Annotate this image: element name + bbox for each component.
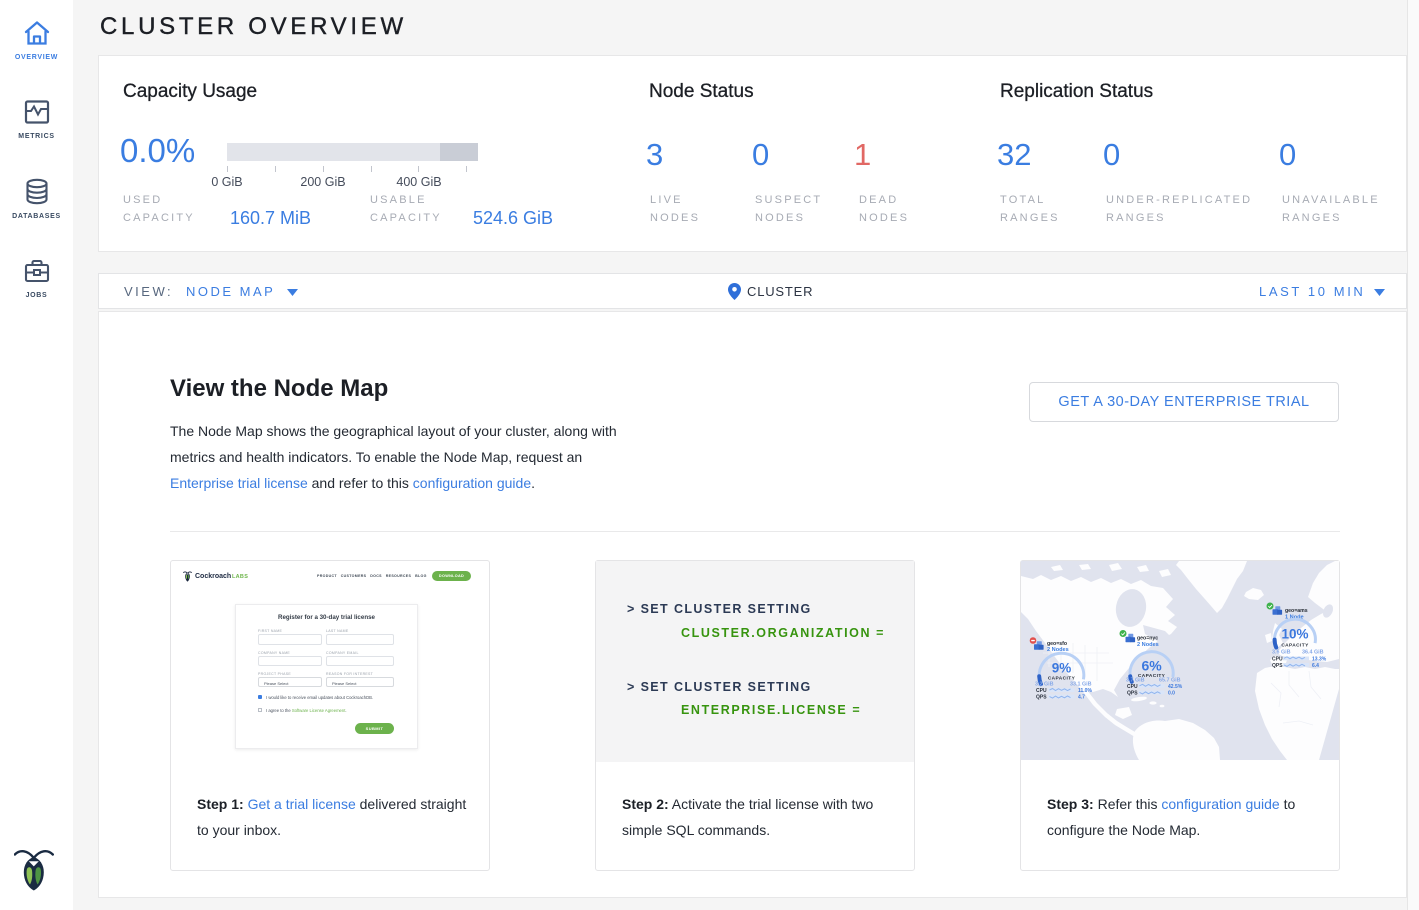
svg-text:QPS: QPS	[1272, 663, 1283, 669]
svg-text:QPS: QPS	[1036, 695, 1047, 701]
svg-text:6.4: 6.4	[1312, 663, 1319, 669]
svg-text:10%: 10%	[1281, 627, 1308, 642]
svg-text:CPU: CPU	[1272, 656, 1283, 662]
svg-text:CPU: CPU	[1036, 688, 1047, 694]
svg-text:3.6 GiB: 3.6 GiB	[1272, 649, 1291, 655]
svg-text:3.7 GiB: 3.7 GiB	[1126, 677, 1145, 683]
svg-text:CAPACITY: CAPACITY	[1281, 643, 1309, 649]
svg-text:3.2 GiB: 3.2 GiB	[1035, 682, 1054, 688]
svg-text:0.0: 0.0	[1168, 690, 1175, 696]
svg-text:geo=nyc: geo=nyc	[1137, 636, 1158, 642]
svg-text:4.7: 4.7	[1078, 695, 1085, 701]
svg-text:9%: 9%	[1052, 661, 1072, 676]
svg-text:2 Nodes: 2 Nodes	[1137, 642, 1159, 648]
svg-text:42.5%: 42.5%	[1168, 684, 1183, 690]
svg-text:6%: 6%	[1141, 658, 1162, 674]
svg-text:33.1 GiB: 33.1 GiB	[1070, 682, 1092, 688]
svg-text:65.7 GiB: 65.7 GiB	[1159, 677, 1181, 683]
svg-text:36.4 GiB: 36.4 GiB	[1302, 649, 1324, 655]
svg-text:13.3%: 13.3%	[1312, 656, 1327, 662]
svg-text:QPS: QPS	[1127, 690, 1138, 696]
svg-text:11.0%: 11.0%	[1078, 688, 1092, 694]
svg-text:geo=ams: geo=ams	[1285, 608, 1308, 614]
svg-text:CPU: CPU	[1127, 684, 1138, 690]
